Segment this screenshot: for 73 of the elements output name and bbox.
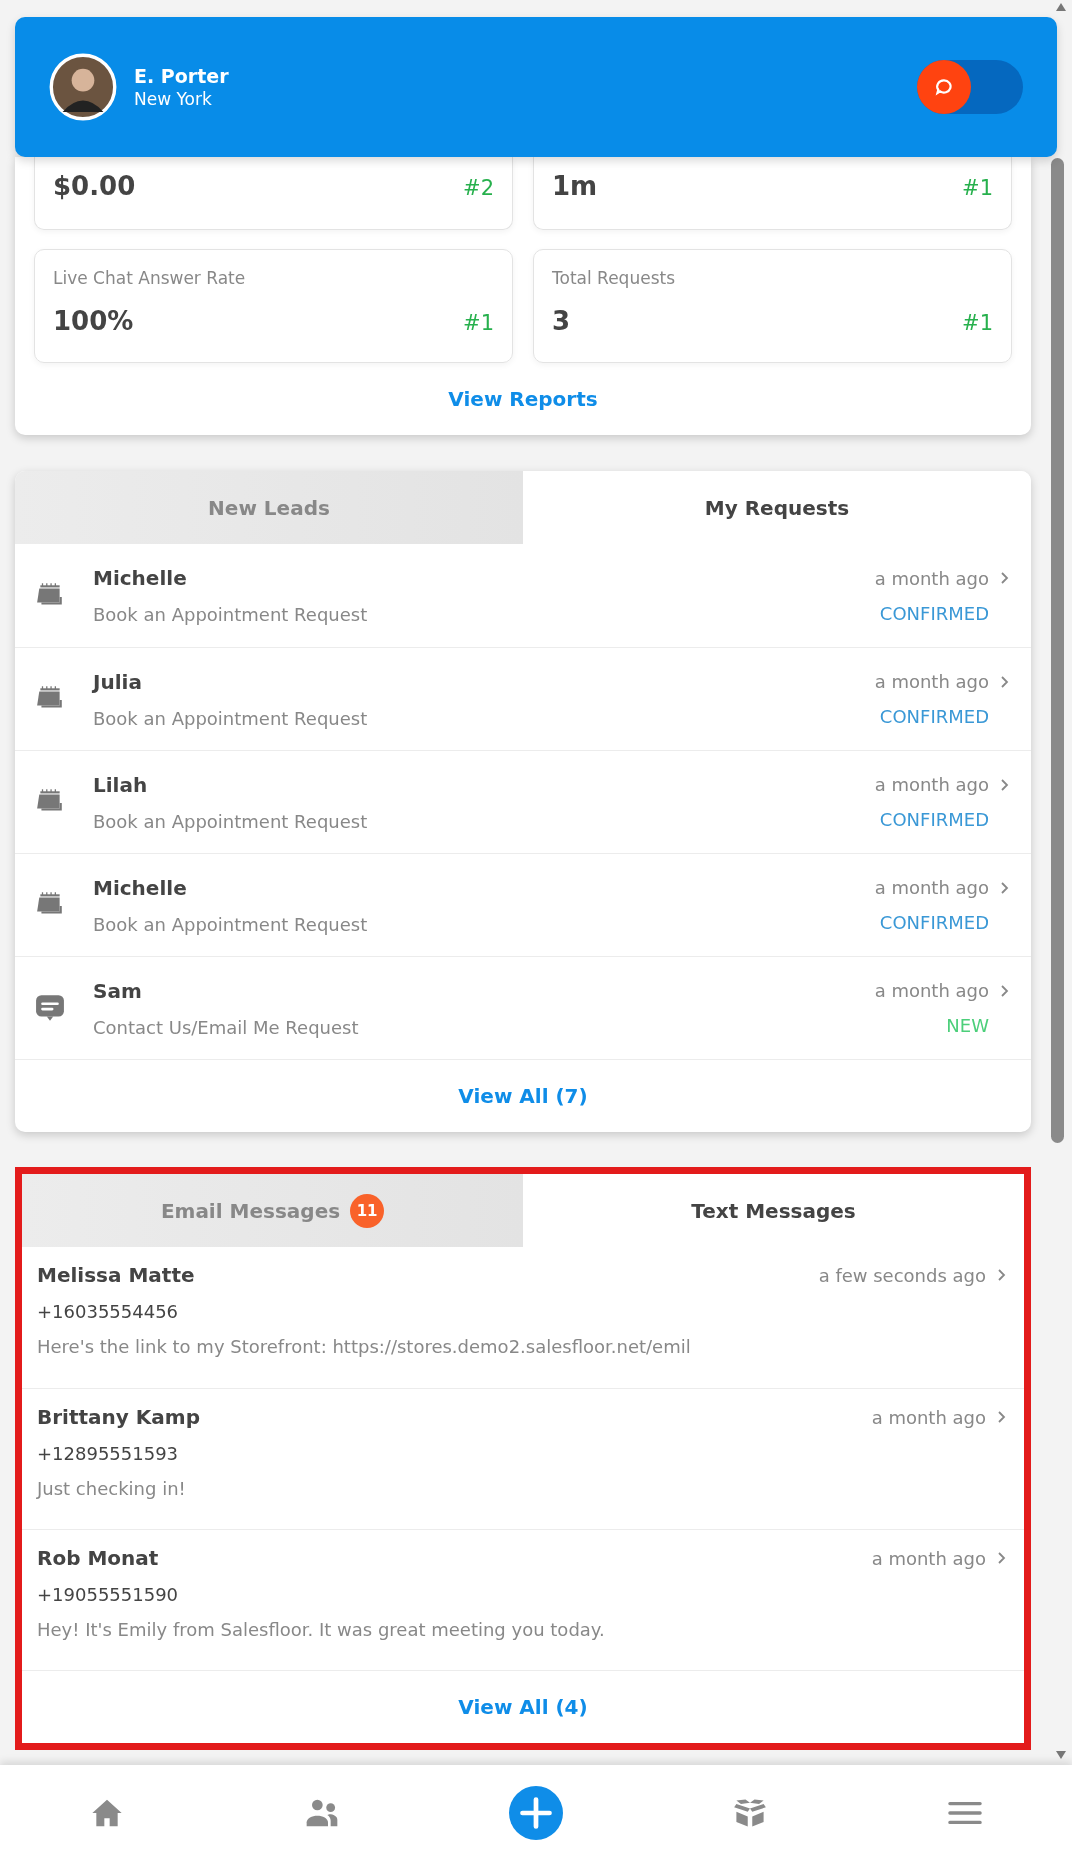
message-preview: Just checking in!	[37, 1478, 187, 1499]
chevron-icon	[996, 1268, 1006, 1282]
phone-number: +19055551590	[37, 1584, 180, 1605]
chevron-icon	[996, 1410, 1006, 1424]
chevron-icon	[996, 1551, 1006, 1565]
stat-label: Total Requests	[552, 268, 677, 288]
scroll-up-icon[interactable]	[1056, 3, 1066, 11]
chevron-icon	[999, 777, 1009, 792]
request-type: Contact Us/Email Me Request	[93, 1016, 360, 1038]
message-row[interactable]: Rob Monat a month ago +19055551590 Hey! It's Emily from Salesfloor. It was great meeting you today.	[22, 1529, 1024, 1670]
tab[interactable]: My Requests	[523, 471, 1031, 544]
view-all-link[interactable]: View All (4)	[458, 1695, 588, 1719]
request-row[interactable]: Julia Book an Appointment Request a month ago CONFIRMED	[15, 647, 1031, 750]
request-name: Lilah	[93, 772, 149, 797]
stat-value: 1m	[552, 171, 598, 201]
status-label: CONFIRMED	[879, 912, 989, 933]
view-all-link[interactable]: View All (7)	[458, 1084, 588, 1108]
user-location: New York	[134, 89, 213, 109]
time-ago: a month ago	[874, 567, 989, 589]
time-ago: a month ago	[871, 1547, 986, 1569]
stat-rank: #2	[463, 176, 494, 200]
message-row[interactable]: Brittany Kamp a month ago +12895551593 Just checking in!	[22, 1388, 1024, 1529]
contact-name: Melissa Matte	[37, 1263, 195, 1287]
time-ago: a month ago	[874, 877, 989, 898]
avatar[interactable]	[49, 53, 117, 121]
open-box-icon[interactable]	[733, 1796, 768, 1829]
chevron-icon	[999, 674, 1009, 689]
stat-value: 100%	[53, 306, 134, 336]
time-ago: a few seconds ago	[818, 1264, 986, 1286]
request-row[interactable]: Michelle Book an Appointment Request a month ago CONFIRMED	[15, 853, 1031, 956]
chat-icon	[933, 76, 955, 98]
stat-rank: #1	[962, 176, 993, 200]
request-type: Book an Appointment Request	[93, 913, 369, 935]
chat-toggle[interactable]	[917, 60, 1023, 114]
contact-name: Brittany Kamp	[37, 1405, 200, 1429]
request-type: Book an Appointment Request	[93, 707, 369, 729]
stat-rank: #1	[463, 311, 494, 335]
message-preview: Hey! It's Emily from Salesfloor. It was great meeting you today.	[37, 1619, 606, 1640]
scrollbar-thumb[interactable]	[1050, 158, 1064, 1143]
time-ago: a month ago	[874, 774, 989, 795]
view-reports-link[interactable]: View Reports	[448, 387, 598, 411]
phone-number: +12895551593	[37, 1443, 180, 1464]
time-ago: a month ago	[874, 671, 989, 692]
request-row[interactable]: Lilah Book an Appointment Request a month ago CONFIRMED	[15, 750, 1031, 853]
status-label: CONFIRMED	[879, 809, 989, 830]
request-name: Michelle	[93, 566, 188, 590]
stat-rank: #1	[962, 311, 993, 335]
message-preview: Here's the link to my Storefront: https://stores.demo2.salesfloor.net/emil	[37, 1336, 692, 1357]
request-type: Book an Appointment Request	[93, 810, 369, 832]
chevron-icon	[999, 880, 1009, 895]
chevron-icon	[999, 983, 1009, 998]
chevron-icon	[999, 571, 1009, 585]
request-row[interactable]: Michelle Book an Appointment Request a month ago CONFIRMED	[15, 544, 1031, 647]
time-ago: a month ago	[874, 980, 989, 1001]
stat-label: Live Chat Answer Rate	[53, 268, 247, 288]
chat-icon	[35, 993, 65, 1023]
phone-number: +16035554456	[37, 1301, 180, 1322]
status-label: CONFIRMED	[879, 602, 989, 624]
time-ago: a month ago	[871, 1406, 986, 1428]
count-badge: 11	[350, 1193, 385, 1228]
request-name: Julia	[93, 669, 143, 694]
request-type: Book an Appointment Request	[93, 604, 369, 625]
request-name: Sam	[93, 978, 143, 1003]
request-row[interactable]: Sam Contact Us/Email Me Request a month ago NEW	[15, 956, 1031, 1059]
message-row[interactable]: Melissa Matte a few seconds ago +16035554456 Here's the link to my Storefront: https://stores.demo2.salesfloor.net/emil	[22, 1247, 1024, 1388]
status-label: CONFIRMED	[879, 706, 989, 727]
stat-value: $0.00	[53, 171, 136, 201]
stat-value: 3	[552, 306, 571, 336]
add-icon[interactable]	[509, 1785, 563, 1840]
status-label: NEW	[946, 1015, 989, 1036]
request-name: Michelle	[93, 875, 188, 900]
contact-name: Rob Monat	[37, 1546, 159, 1570]
user-name: E. Porter	[134, 65, 229, 87]
